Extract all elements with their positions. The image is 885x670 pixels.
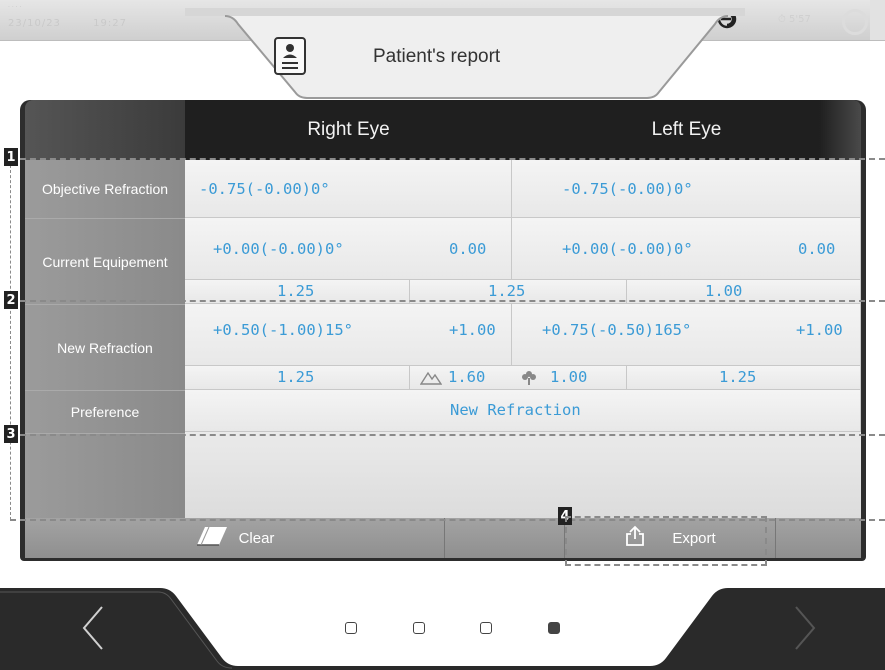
current-right-cell[interactable]: +0.00(-0.00)0° 0.00 bbox=[185, 218, 512, 280]
timer-value: 5'57 bbox=[788, 14, 811, 25]
annotation-line-2 bbox=[10, 300, 885, 302]
new-right-value: +0.50(-1.00)15° bbox=[213, 321, 353, 339]
current-right-value: +0.00(-0.00)0° bbox=[213, 240, 344, 258]
clear-label: Clear bbox=[238, 529, 275, 547]
current-left-add: 0.00 bbox=[798, 240, 836, 258]
annotation-line-1 bbox=[10, 158, 885, 160]
label-current-equipement: Current Equipement bbox=[25, 218, 185, 305]
forward-chevron-icon[interactable] bbox=[790, 603, 820, 657]
header-corner bbox=[25, 100, 185, 160]
new-right-add: +1.00 bbox=[449, 321, 496, 339]
preference-cell[interactable]: New Refraction bbox=[185, 390, 861, 432]
marker-3: 3 bbox=[4, 425, 18, 443]
current-left-value: +0.00(-0.00)0° bbox=[562, 240, 693, 258]
new-va-right-cell[interactable]: 1.25 bbox=[185, 366, 410, 390]
current-left-cell[interactable]: +0.00(-0.00)0° 0.00 bbox=[512, 218, 861, 280]
page-title: Patient's report bbox=[373, 46, 501, 67]
objective-left-cell[interactable]: -0.75(-0.00)0° bbox=[512, 160, 861, 218]
objective-right-cell[interactable]: -0.75(-0.00)0° bbox=[185, 160, 512, 218]
status-date: 23/10/23 bbox=[8, 18, 61, 29]
back-chevron-icon[interactable] bbox=[78, 603, 108, 657]
marker-1: 1 bbox=[4, 148, 18, 166]
mountain-icon bbox=[419, 369, 443, 389]
report-panel: Right Eye Left Eye Objective Refraction … bbox=[20, 100, 866, 561]
document-icon bbox=[273, 36, 307, 76]
flower-icon bbox=[520, 369, 538, 389]
current-va-left: 1.00 bbox=[705, 282, 743, 300]
page-dot-2[interactable] bbox=[413, 622, 425, 634]
empty-area bbox=[185, 432, 861, 518]
header-left-eye: Left Eye bbox=[512, 100, 861, 160]
table-header: Right Eye Left Eye bbox=[20, 100, 866, 160]
new-left-value: +0.75(-0.50)165° bbox=[542, 321, 692, 339]
timer: ⏱ 5'57 bbox=[778, 14, 811, 25]
label-objective-refraction: Objective Refraction bbox=[41, 180, 169, 197]
new-va-left-cell[interactable]: 1.25 bbox=[627, 366, 861, 390]
report-grid: -0.75(-0.00)0° -0.75(-0.00)0° +0.00(-0.0… bbox=[185, 160, 861, 518]
row-label-column: Objective Refraction Current Equipement … bbox=[25, 160, 185, 518]
bottom-nav bbox=[0, 588, 885, 670]
export-highlight-box bbox=[565, 516, 767, 566]
page-dot-3[interactable] bbox=[480, 622, 492, 634]
new-va-far-near-cell[interactable]: 1.60 1.00 bbox=[410, 366, 627, 390]
page-dot-1[interactable] bbox=[345, 622, 357, 634]
annotation-line-3 bbox=[10, 434, 885, 436]
new-va-far: 1.60 bbox=[448, 368, 486, 386]
eraser-icon bbox=[195, 525, 229, 551]
label-new-refraction: New Refraction bbox=[25, 304, 185, 391]
current-right-add: 0.00 bbox=[449, 240, 487, 258]
current-va-right: 1.25 bbox=[277, 282, 315, 300]
page-dot-4[interactable] bbox=[548, 622, 560, 634]
new-va-near: 1.00 bbox=[550, 368, 588, 386]
status-time: 19:27 bbox=[93, 18, 127, 29]
marker-2: 2 bbox=[4, 291, 18, 309]
objective-left-value: -0.75(-0.00)0° bbox=[562, 180, 693, 198]
new-right-cell[interactable]: +0.50(-1.00)15° +1.00 bbox=[185, 304, 512, 366]
footer-spacer bbox=[445, 518, 565, 558]
current-va-both: 1.25 bbox=[488, 282, 526, 300]
footer-right-blank bbox=[775, 518, 861, 558]
header-right-eye: Right Eye bbox=[185, 100, 512, 160]
status-small-text: · · · · bbox=[8, 4, 22, 11]
topbar-edge bbox=[870, 0, 885, 40]
new-left-add: +1.00 bbox=[796, 321, 843, 339]
new-va-right: 1.25 bbox=[277, 368, 315, 386]
label-preference: Preference bbox=[25, 390, 185, 434]
power-icon[interactable] bbox=[842, 9, 868, 35]
title-tab: Patient's report bbox=[185, 8, 745, 100]
annotation-vertical-line bbox=[10, 160, 11, 520]
preference-value: New Refraction bbox=[450, 401, 581, 419]
clear-button[interactable]: Clear bbox=[25, 518, 445, 558]
new-va-left: 1.25 bbox=[719, 368, 757, 386]
date-time: 23/10/23 19:27 bbox=[8, 18, 155, 29]
objective-right-value: -0.75(-0.00)0° bbox=[199, 180, 330, 198]
new-left-cell[interactable]: +0.75(-0.50)165° +1.00 bbox=[512, 304, 861, 366]
